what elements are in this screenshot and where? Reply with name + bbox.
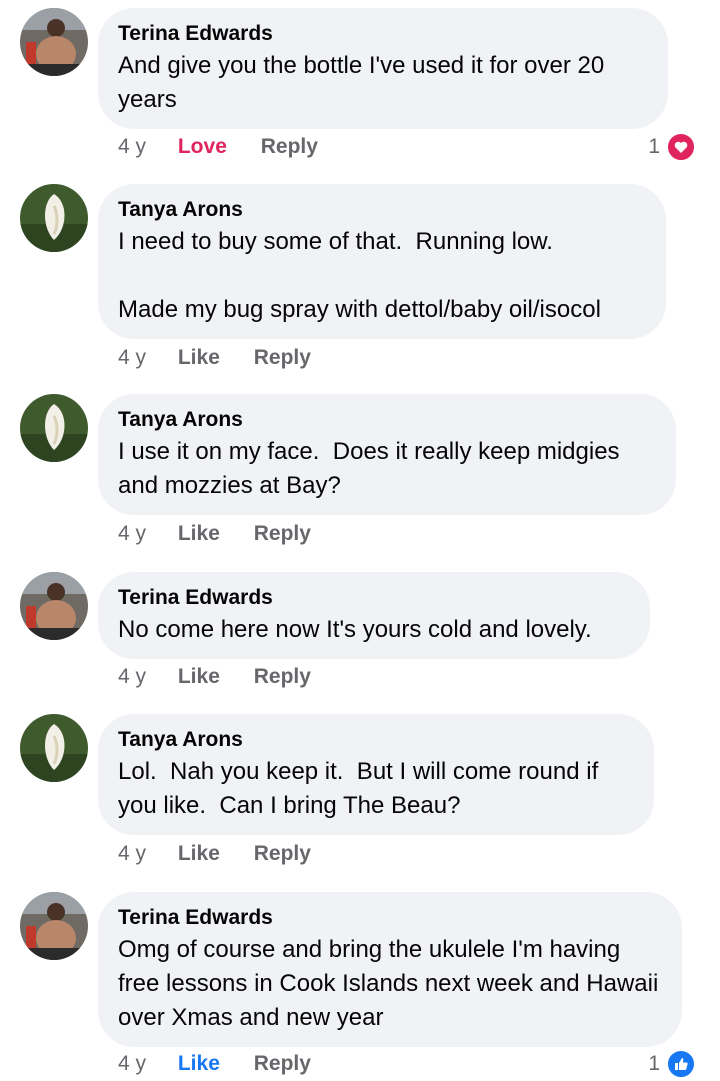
comment-bubble: Terina Edwards No come here now It's you…: [98, 572, 650, 659]
reply-button[interactable]: Reply: [254, 664, 311, 690]
like-button[interactable]: Like: [178, 841, 220, 867]
reply-button[interactable]: Reply: [254, 841, 311, 867]
timestamp[interactable]: 4 y: [118, 134, 146, 160]
comment-bubble: Terina Edwards And give you the bottle I…: [98, 8, 668, 129]
timestamp[interactable]: 4 y: [118, 1051, 146, 1077]
comment-author[interactable]: Tanya Arons: [118, 197, 646, 223]
reply-button[interactable]: Reply: [254, 345, 311, 371]
comment-text: I need to buy some of that. Running low.…: [118, 228, 601, 323]
comment-author[interactable]: Terina Edwards: [118, 21, 648, 47]
comment-text: I use it on my face. Does it really keep…: [118, 438, 627, 499]
person-photo-icon: [20, 892, 88, 960]
reaction-count[interactable]: 1: [648, 1049, 696, 1079]
timestamp[interactable]: 4 y: [118, 345, 146, 371]
comment-text: Lol. Nah you keep it. But I will come ro…: [118, 758, 605, 819]
comment-bubble: Tanya Arons Lol. Nah you keep it. But I …: [98, 714, 654, 835]
thumbs-up-icon: [666, 1049, 696, 1079]
reply-button[interactable]: Reply: [261, 134, 318, 160]
person-photo-icon: [20, 572, 88, 640]
like-button[interactable]: Like: [178, 345, 220, 371]
avatar[interactable]: [20, 714, 88, 782]
comment-text: Omg of course and bring the ukulele I'm …: [118, 936, 665, 1031]
comment-author[interactable]: Terina Edwards: [118, 585, 630, 611]
comment-actions: 4 y Like Reply: [118, 1051, 311, 1077]
reaction-count-number: 1: [648, 1052, 660, 1075]
lily-photo-icon: [20, 394, 88, 462]
like-button[interactable]: Like: [178, 664, 220, 690]
avatar[interactable]: [20, 394, 88, 462]
comment-bubble: Tanya Arons I use it on my face. Does it…: [98, 394, 676, 515]
comment-author[interactable]: Terina Edwards: [118, 905, 662, 931]
comment-actions: 4 y Like Reply: [118, 521, 311, 547]
comment-actions: 4 y Like Reply: [118, 841, 311, 867]
avatar[interactable]: [20, 184, 88, 252]
comment-author[interactable]: Tanya Arons: [118, 727, 634, 753]
person-photo-icon: [20, 8, 88, 76]
avatar[interactable]: [20, 892, 88, 960]
like-button[interactable]: Like: [178, 1051, 220, 1077]
lily-photo-icon: [20, 184, 88, 252]
comment-author[interactable]: Tanya Arons: [118, 407, 656, 433]
comment-bubble: Tanya Arons I need to buy some of that. …: [98, 184, 666, 339]
lily-photo-icon: [20, 714, 88, 782]
reaction-count[interactable]: 1: [648, 132, 696, 162]
timestamp[interactable]: 4 y: [118, 521, 146, 547]
comment-actions: 4 y Love Reply: [118, 134, 318, 160]
timestamp[interactable]: 4 y: [118, 664, 146, 690]
reply-button[interactable]: Reply: [254, 521, 311, 547]
reaction-count-number: 1: [648, 135, 660, 158]
love-button[interactable]: Love: [178, 134, 227, 160]
comment-actions: 4 y Like Reply: [118, 345, 311, 371]
timestamp[interactable]: 4 y: [118, 841, 146, 867]
like-button[interactable]: Like: [178, 521, 220, 547]
comment-bubble: Terina Edwards Omg of course and bring t…: [98, 892, 682, 1047]
comment-actions: 4 y Like Reply: [118, 664, 311, 690]
reply-button[interactable]: Reply: [254, 1051, 311, 1077]
comment-text: No come here now It's yours cold and lov…: [118, 616, 592, 643]
comment-text: And give you the bottle I've used it for…: [118, 52, 611, 113]
avatar[interactable]: [20, 8, 88, 76]
avatar[interactable]: [20, 572, 88, 640]
heart-icon: [666, 132, 696, 162]
